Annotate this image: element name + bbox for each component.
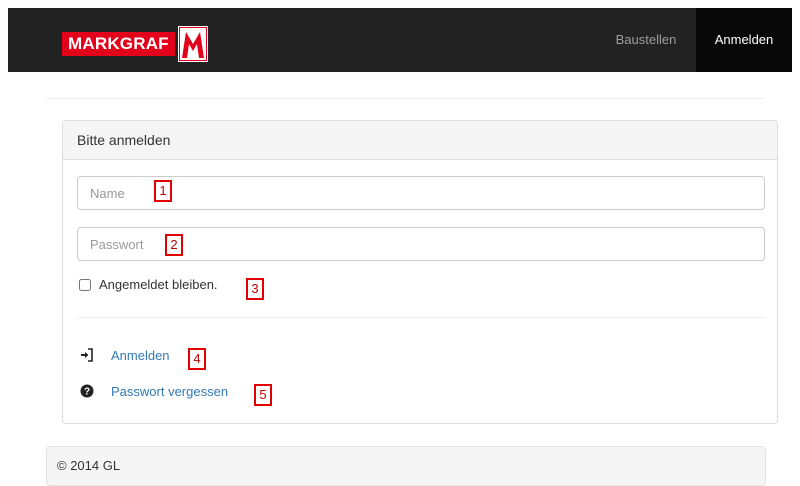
remember-checkbox[interactable] [79,278,91,291]
sign-in-icon [79,347,95,363]
annotation-marker-2: 2 [165,234,183,256]
remember-me[interactable]: Angemeldet bleiben. [79,277,218,292]
top-divider [46,98,764,99]
forgot-password-link[interactable]: Passwort vergessen [111,384,228,399]
forgot-action: ? Passwort vergessen [79,383,228,399]
markgraf-m-logo-icon [177,26,208,62]
footer: © 2014 GL [46,446,766,486]
login-panel: Bitte anmelden Angemeldet bleiben. Anmel… [62,120,778,424]
annotation-marker-1: 1 [154,180,172,202]
login-action: Anmelden [79,347,170,363]
question-circle-icon: ? [79,383,95,399]
panel-divider [77,317,765,318]
annotation-marker-3: 3 [246,278,264,300]
top-navbar: MARKGRAF Baustellen Anmelden [8,8,792,72]
remember-label: Angemeldet bleiben. [99,277,218,292]
footer-copyright: © 2014 GL [57,458,121,473]
nav-anmelden[interactable]: Anmelden [696,8,792,72]
annotation-marker-4: 4 [188,348,206,370]
panel-title: Bitte anmelden [63,121,777,160]
brand-text: MARKGRAF [62,32,175,56]
svg-text:?: ? [84,387,90,398]
nav-baustellen[interactable]: Baustellen [606,16,686,72]
name-input[interactable] [77,176,765,210]
annotation-marker-5: 5 [254,384,272,406]
login-link[interactable]: Anmelden [111,348,170,363]
brand-logo[interactable]: MARKGRAF [62,24,208,64]
